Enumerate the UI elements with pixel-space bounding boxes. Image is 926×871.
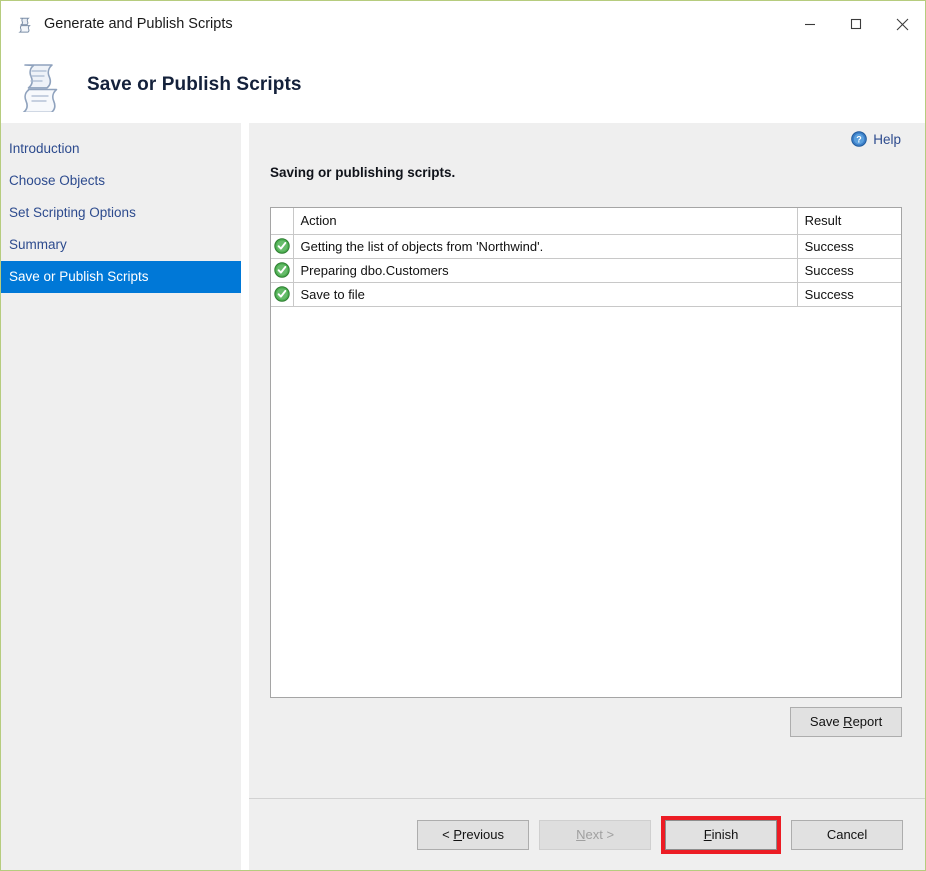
result-cell: Success [797, 234, 902, 259]
sidebar-item-introduction[interactable]: Introduction [1, 133, 241, 165]
dialog-body: Introduction Choose Objects Set Scriptin… [1, 123, 925, 870]
sidebar-item-choose-objects[interactable]: Choose Objects [1, 165, 241, 197]
table-row[interactable]: Getting the list of objects from 'Northw… [271, 234, 902, 259]
table-body: Getting the list of objects from 'Northw… [271, 234, 902, 307]
page-header: Save or Publish Scripts [1, 47, 925, 123]
report-table: Action Result Getting the list of object… [270, 207, 903, 698]
save-report-suffix: eport [852, 714, 883, 729]
status-cell [271, 258, 294, 283]
title-bar-left: Generate and Publish Scripts [1, 16, 233, 33]
finish-button[interactable]: Finish [665, 819, 778, 850]
success-check-icon [274, 238, 290, 254]
previous-suffix: revious [462, 826, 504, 842]
cancel-button[interactable]: Cancel [791, 819, 904, 850]
save-report-accel: R [843, 714, 853, 729]
minimize-button[interactable] [787, 1, 833, 47]
success-check-icon [274, 286, 290, 302]
column-header-action: Action [293, 208, 798, 235]
page-title: Save or Publish Scripts [87, 74, 302, 95]
wizard-sidebar: Introduction Choose Objects Set Scriptin… [1, 123, 241, 870]
finish-highlight-box: Finish [661, 815, 782, 854]
help-row: ? Help [269, 123, 903, 147]
column-header-result: Result [797, 208, 902, 235]
window-controls [787, 1, 925, 47]
save-report-button[interactable]: Save Report [790, 707, 903, 737]
status-cell [271, 282, 294, 307]
status-cell [271, 234, 294, 259]
column-header-status [271, 208, 294, 235]
svg-text:?: ? [857, 135, 863, 145]
maximize-button[interactable] [833, 1, 879, 47]
sidebar-item-summary[interactable]: Summary [1, 229, 241, 261]
help-label: Help [873, 131, 902, 147]
save-report-row: Save Report [269, 707, 903, 737]
action-cell: Preparing dbo.Customers [293, 258, 798, 283]
content-main: ? Help Saving or publishing scripts. Act… [249, 123, 925, 798]
action-cell: Getting the list of objects from 'Northw… [293, 234, 798, 259]
previous-accel: P [453, 826, 463, 842]
title-bar: Generate and Publish Scripts [1, 1, 925, 47]
save-report-prefix: Save [809, 714, 844, 729]
close-button[interactable] [879, 1, 925, 47]
finish-accel: F [703, 826, 712, 842]
finish-suffix: inish [711, 826, 739, 842]
next-suffix: ext > [585, 826, 615, 842]
sidebar-item-save-or-publish-scripts[interactable]: Save or Publish Scripts [1, 261, 241, 293]
result-cell: Success [797, 282, 902, 307]
result-cell: Success [797, 258, 902, 283]
script-scroll-icon [17, 16, 34, 33]
section-title: Saving or publishing scripts. [270, 165, 456, 180]
dialog-footer: < Previous Next > Finish Cancel [249, 798, 925, 870]
dialog-window: Generate and Publish Scripts Save or Pub… [0, 0, 926, 871]
help-circle-icon: ? [851, 131, 868, 147]
action-cell: Save to file [293, 282, 798, 307]
window-title: Generate and Publish Scripts [44, 16, 233, 32]
sidebar-divider [241, 123, 249, 870]
sidebar-item-set-scripting-options[interactable]: Set Scripting Options [1, 197, 241, 229]
content-pane: ? Help Saving or publishing scripts. Act… [249, 123, 925, 870]
table-header-row: Action Result [271, 208, 902, 235]
previous-button[interactable]: < Previous [417, 819, 530, 850]
script-scroll-icon [15, 58, 69, 114]
success-check-icon [274, 262, 290, 278]
table-row[interactable]: Save to file Success [271, 282, 902, 307]
table-row[interactable]: Preparing dbo.Customers Success [271, 258, 902, 283]
help-link[interactable]: ? Help [851, 131, 901, 147]
previous-prefix: < [442, 826, 454, 842]
next-button: Next > [539, 819, 652, 850]
